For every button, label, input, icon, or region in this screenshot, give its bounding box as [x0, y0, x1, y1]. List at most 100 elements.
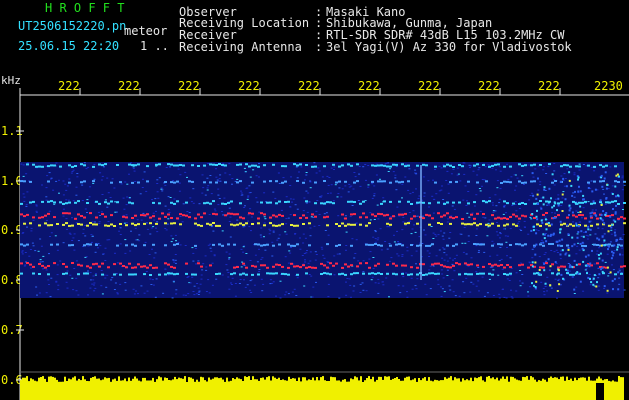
signal-streak — [518, 203, 521, 205]
meteor-echo-cluster — [558, 239, 561, 242]
noise-speckle — [299, 237, 301, 239]
noise-speckle — [354, 253, 357, 254]
meteor-echo-cluster — [601, 270, 604, 273]
signal-streak — [26, 262, 29, 264]
signal-streak — [428, 214, 431, 217]
signal-streak — [143, 244, 146, 247]
signal-streak — [149, 216, 152, 219]
noise-speckle — [149, 233, 152, 235]
noise-speckle — [249, 260, 252, 261]
noise-speckle — [280, 209, 283, 211]
noise-speckle — [338, 187, 341, 189]
noise-speckle — [461, 242, 464, 244]
noise-speckle — [289, 206, 292, 208]
signal-streak — [170, 181, 173, 184]
signal-bar-peak — [124, 378, 126, 384]
noise-speckle — [94, 251, 97, 253]
signal-streak — [389, 165, 392, 168]
noise-speckle — [116, 292, 119, 294]
noise-speckle — [359, 185, 362, 187]
meteor-echo-cluster — [554, 202, 557, 205]
noise-speckle — [555, 249, 558, 251]
signal-streak — [455, 216, 458, 219]
noise-speckle — [264, 249, 267, 251]
signal-bar-peak — [412, 379, 414, 384]
noise-speckle — [432, 265, 435, 267]
meteor-echo-cluster — [542, 241, 545, 244]
noise-speckle — [515, 272, 518, 274]
signal-streak — [56, 243, 59, 246]
noise-speckle — [177, 241, 180, 243]
noise-speckle — [322, 254, 325, 256]
signal-streak — [359, 202, 362, 205]
noise-speckle — [554, 212, 556, 214]
meteor-echo-cluster — [619, 237, 622, 240]
meteor-echo-cluster — [616, 246, 619, 249]
signal-streak — [335, 181, 338, 184]
signal-streak — [518, 180, 521, 183]
signal-streak — [110, 214, 113, 217]
noise-speckle — [354, 176, 357, 178]
noise-speckle — [396, 230, 398, 232]
noise-speckle — [621, 247, 624, 249]
signal-streak — [371, 243, 374, 246]
noise-speckle — [442, 277, 445, 279]
noise-speckle — [210, 193, 213, 195]
signal-bar-peak — [80, 380, 82, 384]
noise-speckle — [456, 174, 459, 176]
noise-speckle — [375, 174, 378, 176]
noise-speckle — [62, 242, 65, 244]
noise-speckle — [194, 248, 197, 249]
noise-speckle — [451, 279, 454, 281]
signal-streak — [221, 164, 224, 166]
noise-speckle — [132, 288, 135, 290]
noise-speckle — [582, 290, 585, 292]
noise-speckle — [158, 177, 161, 179]
signal-streak — [422, 163, 425, 166]
noise-speckle — [152, 226, 155, 228]
noise-speckle — [296, 208, 299, 210]
noise-speckle — [496, 180, 499, 182]
noise-speckle — [603, 287, 606, 289]
meteor-echo-cluster — [535, 243, 538, 246]
noise-speckle — [580, 235, 583, 237]
signal-streak — [170, 272, 173, 275]
signal-bar-peak — [570, 378, 572, 384]
signal-streak — [38, 224, 41, 227]
signal-streak — [437, 201, 440, 204]
signal-streak — [437, 272, 440, 275]
signal-streak — [137, 163, 140, 166]
noise-speckle — [22, 232, 25, 234]
meteor-echo-cluster — [554, 261, 557, 264]
noise-speckle — [476, 174, 479, 176]
meteor-echo-cluster — [568, 254, 571, 257]
meteor-echo-cluster — [571, 211, 574, 214]
signal-streak — [293, 214, 296, 217]
noise-speckle — [69, 233, 72, 235]
signal-streak — [560, 165, 563, 168]
noise-speckle — [87, 245, 90, 247]
meteor-echo-cluster — [567, 248, 570, 251]
noise-speckle — [368, 258, 371, 260]
noise-speckle — [571, 276, 574, 278]
noise-speckle — [205, 291, 208, 292]
noise-speckle — [477, 169, 480, 171]
noise-speckle — [295, 295, 298, 296]
signal-streak — [386, 165, 389, 168]
noise-speckle — [448, 285, 451, 287]
signal-streak — [221, 244, 224, 247]
noise-speckle — [39, 261, 42, 263]
noise-speckle — [262, 283, 265, 285]
noise-speckle — [572, 221, 575, 223]
meteor-echo-cluster — [570, 184, 573, 187]
signal-bar-peak — [436, 380, 438, 384]
noise-speckle — [146, 290, 149, 292]
noise-speckle — [449, 289, 452, 291]
signal-bar-peak — [144, 377, 146, 384]
noise-speckle — [93, 178, 96, 180]
noise-speckle — [313, 162, 316, 164]
signal-bar-peak — [586, 380, 588, 384]
noise-speckle — [271, 255, 274, 257]
meteor-echo-cluster — [595, 285, 598, 288]
noise-speckle — [167, 196, 170, 198]
